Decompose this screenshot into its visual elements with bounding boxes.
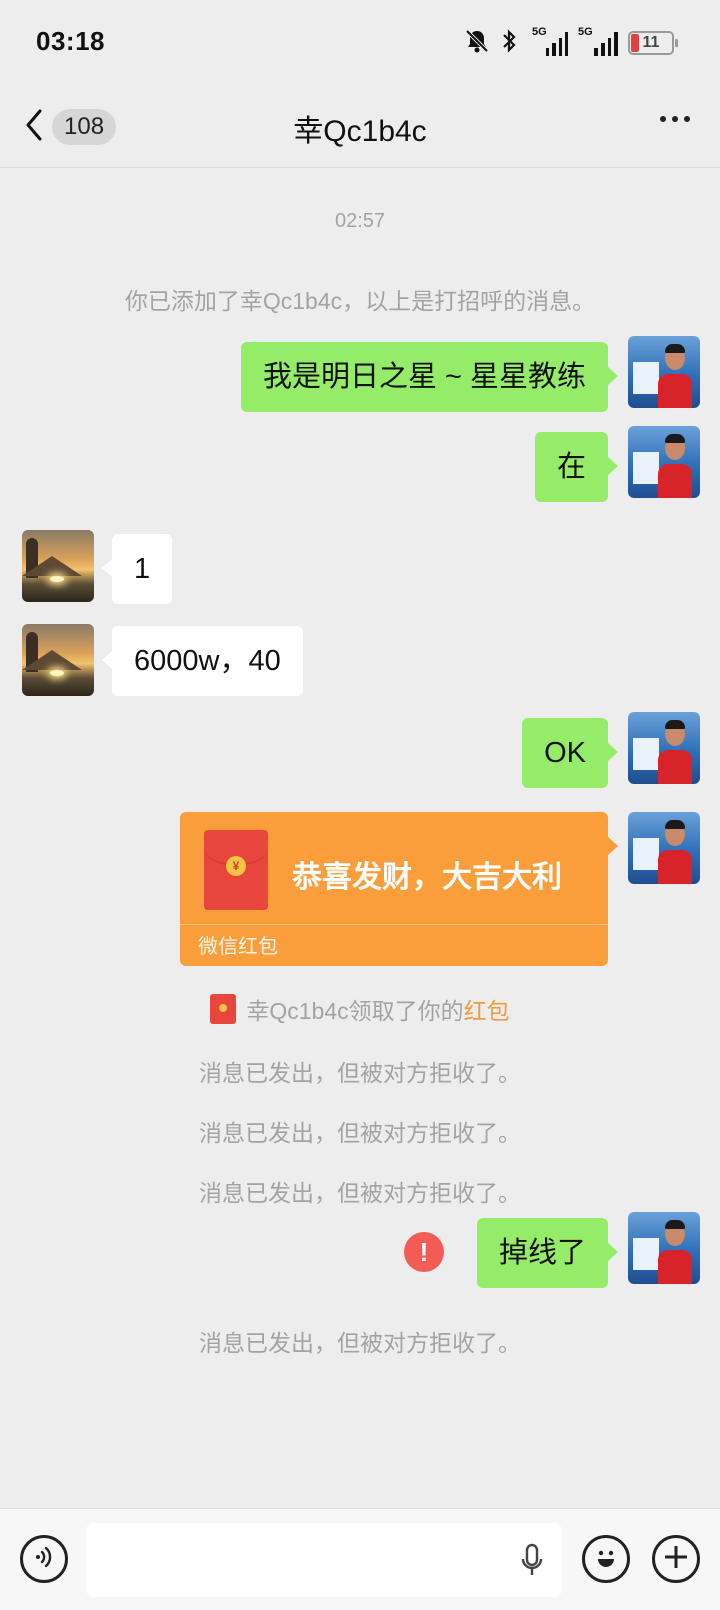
contact-avatar[interactable] bbox=[22, 530, 94, 602]
rejected-notice: 消息已发出，但被对方拒收了。 bbox=[199, 1180, 521, 1206]
red-packet-icon bbox=[210, 994, 237, 1024]
plus-icon bbox=[663, 1544, 689, 1575]
page-title: 幸Qc1b4c bbox=[293, 115, 427, 148]
message-bubble-sent[interactable]: 在 bbox=[534, 432, 619, 502]
battery-icon: 11 bbox=[628, 31, 678, 55]
voice-wave-icon bbox=[32, 1545, 56, 1574]
chat-area[interactable]: 02:57 你已添加了幸Qc1b4c，以上是打招呼的消息。 我是明日之星 ~ 星… bbox=[0, 168, 720, 1508]
status-time: 03:18 bbox=[36, 26, 105, 56]
more-dots-icon bbox=[660, 116, 666, 122]
message-bubble-received[interactable]: 1 bbox=[101, 534, 173, 604]
divider bbox=[180, 924, 608, 925]
message-bubble-received[interactable]: 6000w，40 bbox=[102, 626, 303, 696]
message-bubble-sent[interactable]: 掉线了 bbox=[476, 1218, 619, 1288]
red-packet-title: 恭喜发财，大吉大利 bbox=[292, 861, 562, 894]
message-bubble-sent[interactable]: OK bbox=[522, 718, 618, 788]
more-functions-button[interactable] bbox=[652, 1535, 700, 1583]
emoji-face-icon bbox=[591, 1542, 621, 1577]
red-packet-label: 微信红包 bbox=[198, 936, 278, 958]
my-avatar[interactable] bbox=[628, 426, 700, 498]
bluetooth-icon bbox=[500, 28, 518, 59]
friend-added-notice: 你已添加了幸Qc1b4c，以上是打招呼的消息。 bbox=[124, 288, 596, 314]
message-bubble-sent[interactable]: 我是明日之星 ~ 星星教练 bbox=[240, 342, 619, 412]
message-timestamp: 02:57 bbox=[334, 210, 386, 232]
voice-input-button[interactable] bbox=[20, 1535, 68, 1583]
red-packet-icon: ¥ bbox=[204, 830, 268, 910]
input-bar bbox=[0, 1508, 720, 1610]
send-failed-icon[interactable]: ! bbox=[404, 1232, 444, 1272]
rejected-notice: 消息已发出，但被对方拒收了。 bbox=[199, 1330, 521, 1356]
status-icons: 5G 5G 11 bbox=[464, 26, 678, 59]
rejected-notice: 消息已发出，但被对方拒收了。 bbox=[199, 1120, 521, 1146]
signal-icon: 5G bbox=[578, 26, 618, 56]
message-input[interactable] bbox=[86, 1523, 562, 1597]
rejected-notice: 消息已发出，但被对方拒收了。 bbox=[199, 1060, 521, 1086]
my-avatar[interactable] bbox=[628, 712, 700, 784]
my-avatar[interactable] bbox=[628, 812, 700, 884]
emoji-button[interactable] bbox=[582, 1535, 630, 1583]
signal-icon: 5G bbox=[528, 26, 568, 56]
contact-avatar[interactable] bbox=[22, 624, 94, 696]
red-packet-received-notice: 幸Qc1b4c领取了你的红包 bbox=[0, 992, 720, 1026]
more-options-button[interactable] bbox=[660, 116, 690, 122]
microphone-icon[interactable] bbox=[520, 1543, 544, 1579]
my-avatar[interactable] bbox=[628, 1212, 700, 1284]
red-packet-link[interactable]: 红包 bbox=[464, 998, 510, 1024]
status-bar: 03:18 5G 5G 11 bbox=[0, 0, 720, 86]
my-avatar[interactable] bbox=[628, 336, 700, 408]
red-packet-message[interactable]: ¥ 恭喜发财，大吉大利 微信红包 bbox=[180, 812, 618, 966]
chat-header: 108 幸Qc1b4c bbox=[0, 86, 720, 168]
mute-bell-icon bbox=[464, 28, 490, 59]
